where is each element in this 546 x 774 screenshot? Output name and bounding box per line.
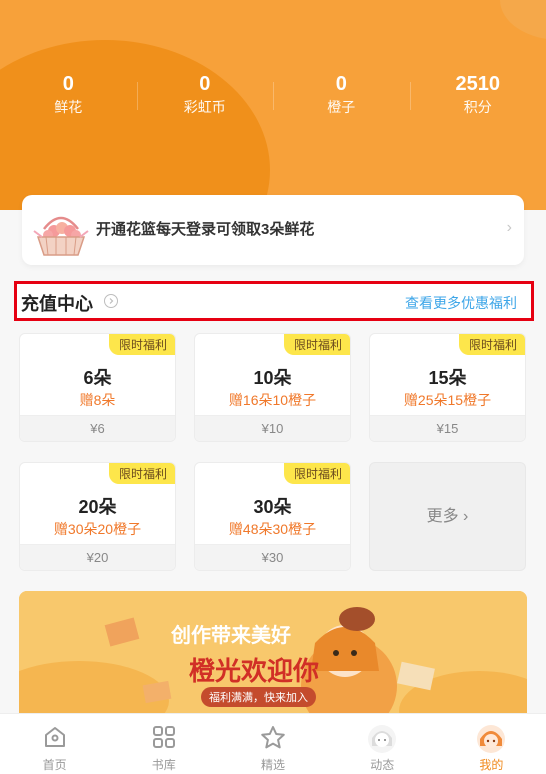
- chevron-right-circle-icon[interactable]: [104, 294, 118, 308]
- more-recharge-options-button[interactable]: 更多 ›: [369, 462, 526, 571]
- promo-subheadline: 橙光欢迎你: [189, 656, 320, 686]
- star-icon: [261, 726, 285, 749]
- avatar-icon: [368, 725, 397, 753]
- stat-oranges[interactable]: 0 橙子: [273, 72, 410, 122]
- recharge-bonus: 赠25朵15橙子: [403, 392, 492, 408]
- recharge-price: ¥30: [195, 544, 350, 570]
- stat-points[interactable]: 2510 积分: [409, 72, 546, 122]
- stat-rainbow-coins[interactable]: 0 彩虹币: [136, 72, 274, 122]
- tab-label: 我的: [479, 758, 504, 772]
- promo-headline: 创作带来美好: [171, 625, 291, 647]
- recharge-option-card[interactable]: 限时福利 15朵 赠25朵15橙子 ¥15: [369, 333, 526, 442]
- limited-offer-tag: 限时福利: [458, 334, 525, 355]
- promo-banner[interactable]: 创作带来美好 橙光欢迎你 福利满满，快来加入: [19, 591, 527, 721]
- stat-label: 橙子: [327, 99, 356, 115]
- flower-basket-icon: [33, 216, 89, 256]
- more-benefits-link[interactable]: 查看更多优惠福利: [405, 293, 517, 313]
- tab-activity[interactable]: 动态: [328, 714, 437, 774]
- promo-caption: 福利满满，快来加入: [201, 687, 316, 707]
- recharge-amount: 30朵: [253, 497, 292, 517]
- recharge-option-card[interactable]: 限时福利 10朵 赠16朵10橙子 ¥10: [194, 333, 351, 442]
- recharge-price: ¥20: [20, 544, 175, 570]
- basket-promo-text: 开通花篮每天登录可领取3朵鲜花: [96, 221, 315, 238]
- stat-value: 0: [335, 73, 347, 95]
- recharge-amount: 6朵: [83, 368, 112, 388]
- tab-label: 精选: [261, 758, 286, 772]
- avatar-icon: [477, 725, 506, 753]
- recharge-option-card[interactable]: 限时福利 6朵 赠8朵 ¥6: [19, 333, 176, 442]
- limited-offer-tag: 限时福利: [108, 463, 175, 484]
- limited-offer-tag: 限时福利: [283, 334, 350, 355]
- recharge-center-header: 充值中心 查看更多优惠福利: [14, 281, 534, 321]
- tab-library[interactable]: 书库: [109, 714, 218, 774]
- limited-offer-tag: 限时福利: [283, 463, 350, 484]
- stat-label: 积分: [463, 99, 492, 115]
- recharge-price: ¥10: [195, 415, 350, 441]
- limited-offer-tag: 限时福利: [108, 334, 175, 355]
- chevron-right-icon: ›: [506, 219, 512, 236]
- recharge-bonus: 赠8朵: [79, 392, 116, 408]
- home-icon: [44, 727, 65, 747]
- stat-label: 彩虹币: [183, 99, 226, 115]
- recharge-bonus: 赠16朵10橙子: [228, 392, 317, 408]
- recharge-price: ¥15: [370, 415, 525, 441]
- tab-featured[interactable]: 精选: [218, 714, 327, 774]
- recharge-center-title: 充值中心: [21, 294, 93, 314]
- bottom-tab-bar: 首页 书库 精选 动态 我的: [0, 713, 546, 774]
- recharge-amount: 15朵: [428, 368, 467, 388]
- tab-mine[interactable]: 我的: [437, 714, 546, 774]
- stat-value: 0: [199, 73, 211, 95]
- profile-header: 0 鲜花 0 彩虹币 0 橙子 2510 积分: [0, 0, 546, 210]
- stat-label: 鲜花: [54, 99, 83, 115]
- recharge-amount: 10朵: [253, 368, 292, 388]
- recharge-amount: 20朵: [78, 497, 117, 517]
- stat-value: 2510: [455, 73, 501, 95]
- grid-icon: [152, 726, 175, 748]
- recharge-option-card[interactable]: 限时福利 20朵 赠30朵20橙子 ¥20: [19, 462, 176, 571]
- tab-home[interactable]: 首页: [0, 714, 109, 774]
- header-decoration: [500, 0, 546, 40]
- recharge-bonus: 赠48朵30橙子: [228, 521, 317, 537]
- stat-flowers[interactable]: 0 鲜花: [0, 72, 137, 122]
- flower-basket-banner[interactable]: 开通花篮每天登录可领取3朵鲜花 ›: [22, 195, 524, 265]
- recharge-option-card[interactable]: 限时福利 30朵 赠48朵30橙子 ¥30: [194, 462, 351, 571]
- stat-value: 0: [62, 73, 74, 95]
- page: { "stats": [ {"value": "0", "label": "鲜花…: [0, 0, 546, 774]
- tab-label: 书库: [151, 758, 176, 772]
- tab-label: 首页: [42, 758, 67, 772]
- header-decoration: [0, 40, 270, 210]
- tab-label: 动态: [370, 758, 395, 772]
- stats-row: 0 鲜花 0 彩虹币 0 橙子 2510 积分: [0, 72, 546, 122]
- recharge-bonus: 赠30朵20橙子: [53, 521, 142, 537]
- recharge-price: ¥6: [20, 415, 175, 441]
